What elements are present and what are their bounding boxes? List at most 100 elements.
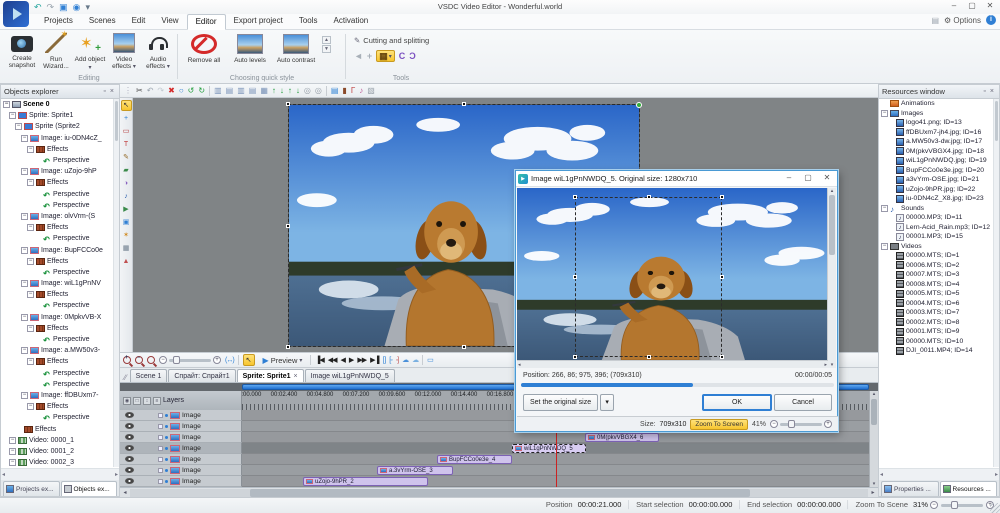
cancel-button[interactable]: Cancel <box>774 394 832 411</box>
track-header[interactable]: Image <box>120 476 242 487</box>
scene-tab[interactable]: Image wiL1gPnNWDQ_5 <box>305 369 395 382</box>
set-original-size-dropdown-icon[interactable]: ▾ <box>600 394 614 411</box>
tree-item[interactable]: −Effects <box>1 356 113 367</box>
tree-item[interactable]: Perspective <box>1 379 113 390</box>
tree-item[interactable]: −Image: a.MW50v3- <box>1 345 113 356</box>
visibility-eye-icon[interactable] <box>125 434 134 440</box>
close-button[interactable]: ✕ <box>982 1 998 12</box>
send-back-icon[interactable]: ↓ <box>296 85 300 97</box>
bring-front-icon[interactable]: ↑ <box>288 85 292 97</box>
track-header[interactable]: Image <box>120 454 242 465</box>
group-icon[interactable]: ◎ <box>304 85 311 97</box>
expander-icon[interactable]: − <box>9 448 16 455</box>
dialog-image-view[interactable] <box>517 188 828 360</box>
tree-item[interactable]: BupFCCo0e3e.jpg; ID=20 <box>879 166 993 176</box>
tree-item[interactable]: −Effects <box>1 222 113 233</box>
tree-item[interactable]: −Image: BupFCCo0e <box>1 244 113 255</box>
tree-item[interactable]: 00000.MTS; ID=1 <box>879 251 993 261</box>
expander-icon[interactable]: − <box>21 280 28 287</box>
track-expander-icon[interactable] <box>158 424 163 429</box>
resize-handle[interactable] <box>573 275 577 279</box>
expander-icon[interactable]: − <box>9 112 16 119</box>
tree-item[interactable]: Perspective <box>1 267 113 278</box>
move-up-icon[interactable]: ↑ <box>272 85 276 97</box>
expander-icon[interactable]: − <box>15 123 22 130</box>
tree-item[interactable]: 0M(pkvVBGX4.jpg; ID=18 <box>879 147 993 157</box>
move-down-icon[interactable]: ↓ <box>280 85 284 97</box>
expander-icon[interactable]: − <box>21 247 28 254</box>
visibility-eye-icon[interactable] <box>125 412 134 418</box>
go-end-icon[interactable]: ▶▐ <box>370 356 378 364</box>
tree-item[interactable]: 00001.MP3; ID=15 <box>879 232 993 242</box>
tree-item[interactable]: −Image: olvVrm-(S <box>1 211 113 222</box>
timeline-clip[interactable]: a.3vYrm-OSE_3 <box>377 466 453 475</box>
ribbon-button-remove-all[interactable]: Remove all <box>182 32 226 64</box>
scene-zoom-slider[interactable]: −+ <box>930 501 994 509</box>
tree-item[interactable]: −Effects <box>1 144 113 155</box>
track-header[interactable]: Image <box>120 432 242 443</box>
expander-icon[interactable]: − <box>27 179 34 186</box>
expander-icon[interactable]: − <box>9 459 16 466</box>
step-fwd-icon[interactable]: ▶ <box>349 356 353 364</box>
scene-tab[interactable]: Спрайт: Спрайт1 <box>168 369 235 382</box>
tree-item[interactable]: 00002.MTS; ID=8 <box>879 318 993 328</box>
zoom-out-icon[interactable]: − <box>135 356 143 364</box>
tree-item[interactable]: Perspective <box>1 368 113 379</box>
grid-icon[interactable]: ▦ <box>121 243 132 254</box>
quick-access-dropdown-icon[interactable]: ▾ <box>85 2 90 12</box>
undo-icon[interactable]: ↶ <box>147 85 154 97</box>
cursor-icon[interactable]: ◄ <box>354 51 363 61</box>
ribbon-button-add-object[interactable]: Add object ▾ <box>74 32 106 72</box>
cut-icon[interactable]: ✂ <box>136 85 143 97</box>
resize-handle[interactable] <box>647 355 651 359</box>
minimize-button[interactable]: – <box>946 1 962 12</box>
close-panel-icon[interactable]: × <box>108 88 116 95</box>
track-header[interactable]: Image <box>120 465 242 476</box>
tree-item[interactable]: −Images <box>879 109 993 119</box>
expander-icon[interactable]: − <box>881 243 888 250</box>
resize-handle[interactable] <box>286 102 290 106</box>
ribbon-button-audio-effects[interactable]: Audio effects ▾ <box>142 32 174 72</box>
object-icon[interactable]: ▮ <box>342 85 346 97</box>
star-icon[interactable]: ✶ <box>121 230 132 241</box>
expander-icon[interactable]: − <box>21 392 28 399</box>
rectangle-icon[interactable]: ▭ <box>121 126 132 137</box>
preview-button[interactable]: ▶Preview▾ <box>259 354 307 367</box>
tree-item[interactable]: −Videos <box>879 242 993 252</box>
tree-item[interactable]: −Sounds <box>879 204 993 214</box>
rotate-handle[interactable] <box>636 102 642 108</box>
tab-close-icon[interactable]: × <box>294 373 298 380</box>
dialog-minimize-button[interactable]: – <box>781 173 797 184</box>
expander-icon[interactable]: − <box>27 358 34 365</box>
visibility-eye-icon[interactable] <box>125 456 134 462</box>
tree-item[interactable]: −Image: uZojo-9hP <box>1 166 113 177</box>
tree-item[interactable]: uZojo-9hPR.jpg; ID=22 <box>879 185 993 195</box>
objects-scrollbar[interactable] <box>113 99 119 467</box>
panel-tab-resources[interactable]: Resources ... <box>940 481 998 496</box>
visibility-eye-icon[interactable] <box>125 423 134 429</box>
selection-brackets-icon[interactable]: [ ] <box>382 357 385 364</box>
dialog-title-bar[interactable]: ▶ Image wiL1gPnNWDQ_5. Original size: 12… <box>516 171 837 187</box>
maximize-button[interactable]: ▢ <box>964 1 980 12</box>
resize-handle[interactable] <box>647 195 651 199</box>
tree-item[interactable]: Perspective <box>1 200 113 211</box>
expander-icon[interactable]: − <box>27 224 34 231</box>
zoom-to-screen-button[interactable]: Zoom To Screen <box>690 419 748 430</box>
dialog-close-button[interactable]: ✕ <box>819 173 835 184</box>
tree-item[interactable]: −Effects <box>1 256 113 267</box>
sync-icon[interactable]: ◉ <box>73 2 81 12</box>
pointer-icon[interactable]: + <box>367 51 372 61</box>
tree-item[interactable]: −Effects <box>1 401 113 412</box>
tree-item[interactable]: −Effects <box>1 323 113 334</box>
timeline-clip[interactable]: 0M(pkvVBGX4_6 <box>585 433 659 442</box>
quick-style-scroll-down-icon[interactable]: ▼ <box>322 45 331 53</box>
zoom-region-icon[interactable] <box>147 356 155 364</box>
cloud-download-icon[interactable]: ☁ <box>402 356 408 364</box>
align-center-icon[interactable]: ▦ <box>260 85 268 97</box>
tree-item[interactable]: −Video: 0000_1 <box>1 435 113 446</box>
tree-item[interactable]: Perspective <box>1 189 113 200</box>
tree-item[interactable]: Animations <box>879 99 993 109</box>
quick-style-scroll-up-icon[interactable]: ▲ <box>322 36 331 44</box>
expander-icon[interactable]: − <box>21 213 28 220</box>
timeline-clip[interactable]: wiL1gPnNWDQ_5 <box>512 444 586 453</box>
